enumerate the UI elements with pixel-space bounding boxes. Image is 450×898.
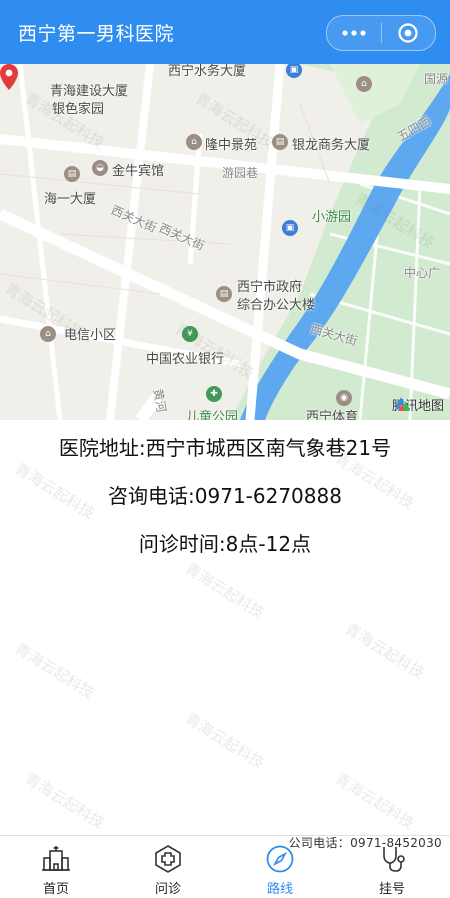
mini-program-capsule xyxy=(326,15,436,51)
bank-icon: ¥ xyxy=(182,326,198,342)
hospital-phone[interactable]: 咨询电话:0971-6270888 xyxy=(0,480,450,509)
watermark: 青海云起科技 xyxy=(11,639,98,703)
building-icon: ⌂ xyxy=(356,76,372,92)
office-icon-2: ▤ xyxy=(216,286,232,302)
map-label-yinse: 银色家园 xyxy=(52,102,105,117)
stadium-icon: ◉ xyxy=(336,390,352,406)
map-label-guoyuan: 国源 xyxy=(424,72,449,86)
company-phone: 公司电话：0971-8452030 xyxy=(288,836,442,850)
map-label-center-square: 中心广 xyxy=(404,266,441,280)
map-label-childrens-park: 儿童公园 xyxy=(186,410,239,420)
office-icon: ▤ xyxy=(272,134,288,150)
map-label-haiyi: 海一大厦 xyxy=(44,192,97,207)
map-label-yinlong: 银龙商务大厦 xyxy=(292,138,371,153)
consultation-hours: 问诊时间:8点-12点 xyxy=(138,532,312,556)
medical-cross-icon xyxy=(155,845,181,873)
map-label-xining-sports: 西宁体育 xyxy=(306,410,359,420)
map-view[interactable]: 西宁水务大厦 青海建设大厦 银色家园 隆中景苑 银龙商务大厦 金牛宾馆 游园巷 … xyxy=(0,64,450,420)
map-label-jinniu: 金牛宾馆 xyxy=(112,164,165,179)
watermark: 青海云起科技 xyxy=(331,769,418,833)
tab-home[interactable]: 首页 xyxy=(0,836,112,898)
watermark: 青海云起科技 xyxy=(341,619,428,683)
watermark: 青海云起科技 xyxy=(181,709,268,773)
page-title: 西宁第一男科医院 xyxy=(18,22,175,45)
building-icon-2: ▤ xyxy=(64,166,80,182)
more-dots-icon xyxy=(342,30,366,36)
map-label-abc-bank: 中国农业银行 xyxy=(146,352,225,367)
more-button[interactable] xyxy=(327,16,381,50)
hospital-address: 医院地址:西宁市城西区南气象巷21号 xyxy=(58,436,392,460)
hotel-icon: ◒ xyxy=(92,160,108,176)
tencent-map-icon xyxy=(393,397,410,411)
target-close-icon xyxy=(398,23,418,43)
park-icon: ✚ xyxy=(206,386,222,402)
map-label-xiaoyouyuan: 小游园 xyxy=(312,210,352,225)
map-label-longzhong: 隆中景苑 xyxy=(205,138,258,153)
map-provider-logo: 腾讯地图 xyxy=(392,395,444,414)
app-header: 西宁第一男科医院 xyxy=(0,0,450,64)
close-button[interactable] xyxy=(381,16,435,50)
map-label-gov-line2: 综合办公大楼 xyxy=(237,298,316,313)
tab-consult-label: 问诊 xyxy=(154,882,181,897)
map-label-gov-line1: 西宁市政府 xyxy=(237,280,303,295)
map-label-xishui: 西宁水务大厦 xyxy=(168,64,247,79)
tab-register-label: 挂号 xyxy=(378,882,405,897)
map-label-qinghai-construction: 青海建设大厦 xyxy=(50,84,129,99)
residence-icon: ⌂ xyxy=(186,134,202,150)
hospital-building-icon xyxy=(42,846,70,871)
tab-consult[interactable]: 问诊 xyxy=(112,836,224,898)
tab-route-label: 路线 xyxy=(266,882,293,897)
watermark: 青海云起科技 xyxy=(21,769,108,833)
map-background xyxy=(0,64,450,420)
residence-icon-2: ⌂ xyxy=(40,326,56,342)
bus-stop-icon-2: ▣ xyxy=(282,220,298,236)
tab-home-label: 首页 xyxy=(42,882,69,897)
location-pin-icon[interactable] xyxy=(0,64,18,90)
map-label-dianxin: 电信小区 xyxy=(64,328,117,343)
map-label-youyuan-lane: 游园巷 xyxy=(222,166,259,180)
watermark: 青海云起科技 xyxy=(181,559,268,623)
